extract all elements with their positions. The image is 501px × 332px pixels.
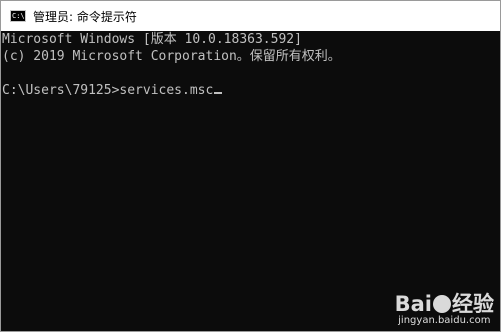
- watermark-logo-right: 经验: [452, 292, 494, 316]
- command-input[interactable]: C:\Users\79125>services.msc: [2, 83, 213, 98]
- console-line: (c) 2019 Microsoft Corporation。保留所有权利。: [2, 49, 341, 64]
- cmd-window: C:\. 管理员: 命令提示符 Microsoft Windows [版本 10…: [0, 0, 501, 332]
- command-prompt-icon[interactable]: C:\.: [10, 10, 29, 22]
- title-bar[interactable]: C:\. 管理员: 命令提示符: [1, 1, 500, 31]
- watermark-logo: Bai 经验: [395, 293, 494, 315]
- console-area[interactable]: Microsoft Windows [版本 10.0.18363.592] (c…: [1, 31, 500, 331]
- watermark-url: jingyan.baidu.com: [398, 315, 491, 326]
- text-cursor: [214, 92, 223, 94]
- command-line[interactable]: C:\Users\79125>services.msc: [2, 82, 500, 99]
- baidu-watermark: Bai 经验 jingyan.baidu.com: [395, 293, 494, 327]
- console-line: Microsoft Windows [版本 10.0.18363.592]: [2, 32, 302, 47]
- window-title: 管理员: 命令提示符: [33, 9, 137, 24]
- paw-icon: [433, 295, 451, 313]
- command-prompt-icon-glyph: C:\.: [12, 12, 29, 20]
- watermark-logo-left: Bai: [394, 292, 432, 316]
